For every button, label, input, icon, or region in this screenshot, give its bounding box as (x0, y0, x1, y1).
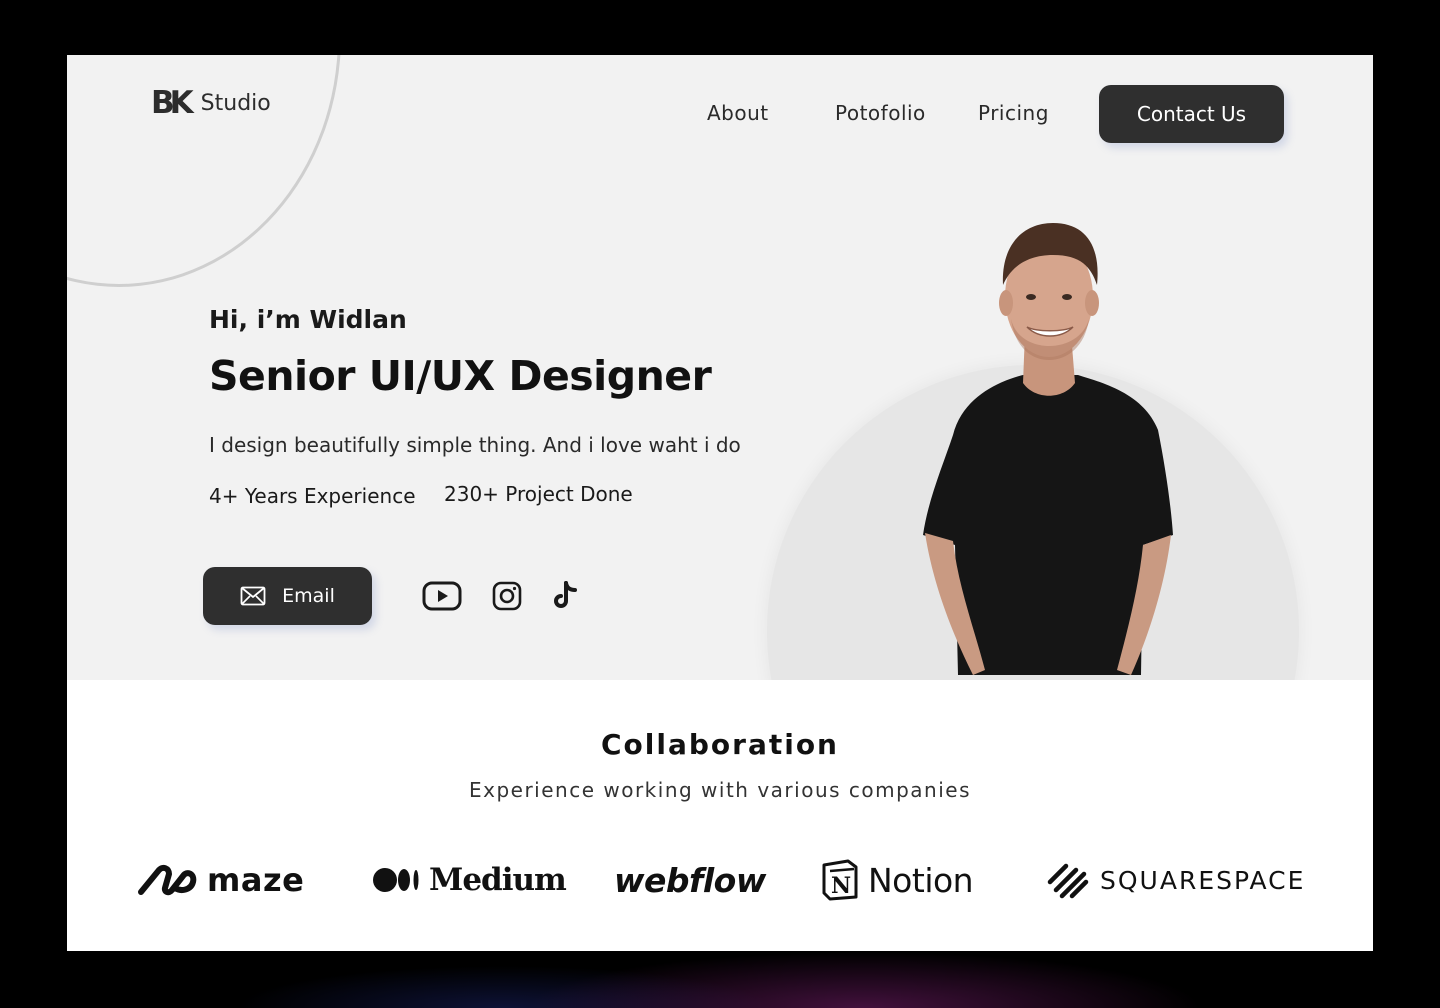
stat-projects: 230+ Project Done (444, 482, 633, 506)
nav-portfolio[interactable]: Potofolio (835, 101, 926, 125)
svg-text:N: N (831, 873, 851, 899)
brand-medium: Medium (373, 855, 567, 905)
headline: Senior UI/UX Designer (209, 352, 712, 400)
maze-logo-icon (138, 864, 197, 896)
website-screen: BK Studio About Potofolio Pricing Contac… (67, 55, 1373, 951)
medium-logo-icon (373, 868, 419, 892)
brand-maze: maze (135, 855, 304, 905)
hero-section: BK Studio About Potofolio Pricing Contac… (67, 55, 1373, 680)
brand-notion: N Notion (820, 855, 974, 905)
brand-label: webflow (614, 860, 766, 900)
brand-squarespace: SQUARESPACE (1044, 855, 1305, 905)
nav-pricing[interactable]: Pricing (978, 101, 1049, 125)
email-button-label: Email (282, 585, 335, 607)
brand-webflow: webflow (614, 855, 766, 905)
squarespace-logo-icon (1047, 863, 1089, 899)
brand-label: Notion (868, 860, 974, 900)
brand-label: SQUARESPACE (1100, 865, 1306, 895)
email-button[interactable]: Email (203, 567, 372, 625)
brand-label: maze (207, 861, 305, 899)
collaboration-title: Collaboration (600, 728, 839, 761)
contact-us-button[interactable]: Contact Us (1099, 85, 1284, 143)
nav-about[interactable]: About (707, 101, 769, 125)
tagline: I design beautifully simple thing. And i… (209, 433, 741, 457)
instagram-icon[interactable] (487, 578, 527, 614)
collaboration-subtitle: Experience working with various companie… (468, 778, 972, 802)
portrait-photo (923, 223, 1173, 675)
greeting: Hi, i’m Widlan (209, 305, 407, 334)
notion-logo-icon: N (822, 859, 858, 901)
brand-label: Medium (429, 862, 567, 898)
tiktok-icon[interactable] (545, 578, 585, 614)
stat-experience: 4+ Years Experience (209, 484, 416, 508)
mail-icon (240, 586, 266, 606)
youtube-icon[interactable] (422, 578, 462, 614)
